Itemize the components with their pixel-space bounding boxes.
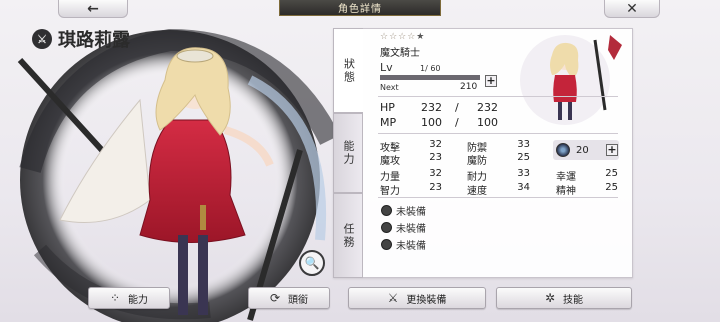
stat-label: 魔防 — [467, 156, 487, 167]
rarity-stars-filled: ★ — [416, 32, 426, 42]
close-button[interactable]: ✕ — [604, 0, 660, 18]
mp-max: 100 — [477, 116, 498, 129]
stat-value: 25 — [605, 168, 618, 179]
tab-status-label: 狀態 — [342, 57, 356, 84]
equip-slot-label: 未裝備 — [396, 241, 426, 252]
mp-current: 100 — [421, 116, 442, 129]
exp-bar — [380, 75, 480, 80]
rarity-stars: ☆☆☆☆★ — [380, 32, 425, 42]
divider — [378, 133, 618, 134]
back-button[interactable]: ← — [58, 0, 128, 18]
stat-label: 魔攻 — [380, 156, 400, 167]
add-crystal-button[interactable]: + — [606, 144, 618, 156]
stat-label: 智力 — [380, 186, 400, 197]
sparkle-icon: ✲ — [544, 291, 556, 305]
magnify-icon: 🔍 — [304, 256, 320, 270]
change-equip-button-label: 更換裝備 — [406, 294, 447, 306]
formation-button[interactable]: ⟳ 頭銜 — [248, 287, 330, 309]
screen-title: 角色詳情 — [279, 0, 441, 16]
change-equip-button[interactable]: ⚔ 更換裝備 — [348, 287, 486, 309]
zoom-button[interactable]: 🔍 — [299, 250, 325, 276]
character-name: ⚔ 琪路莉露 — [32, 26, 130, 52]
tab-mission-label: 任務 — [342, 222, 355, 249]
character-chibi-portrait — [510, 30, 630, 130]
stat-label: 幸運 — [556, 172, 576, 183]
stat-label: 力量 — [380, 172, 400, 183]
tab-status[interactable]: 狀態 — [333, 28, 363, 113]
stat-label: 精神 — [556, 186, 576, 197]
equip-slot-weapon[interactable]: 未裝備 — [381, 203, 426, 218]
equip-slot-label: 未裝備 — [396, 224, 426, 235]
hp-max: 232 — [477, 101, 498, 114]
rarity-stars-empty: ☆☆☆☆ — [380, 32, 417, 42]
weapon-icon — [381, 205, 392, 216]
level-up-button[interactable]: + — [485, 75, 497, 87]
formation-button-label: 頭銜 — [288, 294, 309, 306]
stat-value: 25 — [605, 182, 618, 193]
level-value: 1/ 60 — [420, 64, 441, 73]
tab-mission[interactable]: 任務 — [333, 193, 363, 278]
skills-button[interactable]: ✲ 技能 — [496, 287, 632, 309]
ability-button[interactable]: ⁘ 能力 — [88, 287, 170, 309]
stat-value: 23 — [429, 182, 442, 193]
refresh-icon: ⟳ — [269, 291, 281, 305]
skills-button-label: 技能 — [563, 294, 584, 306]
next-label: Next — [380, 83, 399, 92]
equip-slot-armor[interactable]: 未裝備 — [381, 220, 426, 235]
close-icon: ✕ — [626, 0, 638, 17]
game-screen: ← 角色詳情 ✕ ⚔ 琪路莉露 狀態 能力 任務 ☆☆☆☆★ 魔文騎士 Lv 1… — [0, 0, 720, 322]
character-name-text: 琪路莉露 — [58, 30, 130, 51]
divider — [378, 197, 618, 198]
tab-ability-label: 能力 — [342, 140, 355, 166]
divider — [378, 96, 618, 97]
stat-value: 32 — [429, 168, 442, 179]
stat-value: 34 — [517, 182, 530, 193]
crystal-value: 20 — [576, 144, 589, 156]
stat-value: 33 — [517, 139, 530, 150]
stat-value: 23 — [429, 152, 442, 163]
stat-value: 33 — [517, 168, 530, 179]
level-label: Lv — [380, 61, 393, 74]
hp-slash: / — [455, 101, 459, 114]
sword-class-icon: ⚔ — [32, 29, 52, 49]
grid-icon: ⁘ — [109, 291, 121, 305]
sword-icon: ⚔ — [387, 291, 399, 305]
job-name: 魔文騎士 — [380, 48, 420, 59]
ability-button-label: 能力 — [128, 294, 149, 306]
armor-icon — [381, 222, 392, 233]
accessory-icon — [381, 239, 392, 250]
mp-label: MP — [380, 116, 397, 129]
next-exp-value: 210 — [460, 82, 478, 92]
crystal-icon — [556, 143, 570, 157]
stat-value: 25 — [517, 152, 530, 163]
equip-slot-label: 未裝備 — [396, 207, 426, 218]
back-arrow-icon: ← — [87, 0, 99, 17]
equip-slot-accessory[interactable]: 未裝備 — [381, 237, 426, 252]
side-tabs: 狀態 能力 任務 — [333, 28, 363, 278]
tab-ability[interactable]: 能力 — [333, 113, 363, 193]
stat-value: 32 — [429, 139, 442, 150]
screen-title-text: 角色詳情 — [338, 4, 382, 15]
hp-label: HP — [380, 101, 395, 114]
hp-current: 232 — [421, 101, 442, 114]
mp-slash: / — [455, 116, 459, 129]
stat-label: 耐力 — [467, 172, 487, 183]
stat-label: 速度 — [467, 186, 487, 197]
